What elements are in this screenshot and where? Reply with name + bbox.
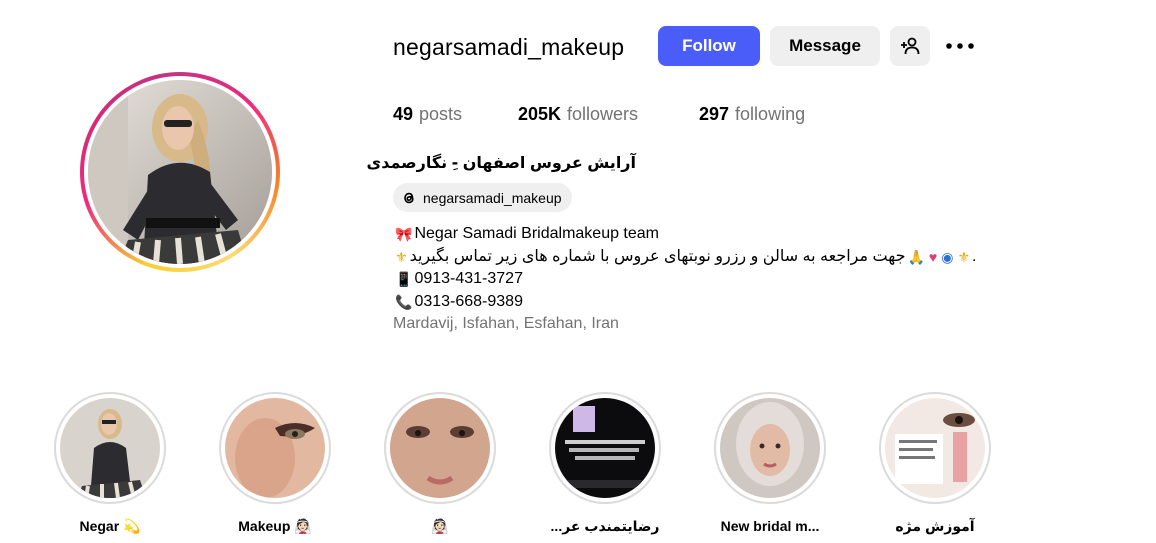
posts-stat: 49 posts: [393, 104, 462, 125]
heart-icon: ♥: [928, 248, 938, 265]
mobile-phone-icon: 📱: [395, 271, 413, 287]
threads-link[interactable]: negarsamadi_makeup: [393, 183, 572, 212]
highlight-label: رضایتمندب عر...: [550, 518, 660, 534]
profile-page: negarsamadi_makeup Follow Message 49 pos…: [0, 0, 1156, 543]
posts-count: 49: [393, 104, 414, 124]
followers-stat[interactable]: 205K followers: [518, 104, 638, 125]
highlight-cover: [720, 398, 820, 498]
story-highlight[interactable]: Negar 💫: [54, 392, 166, 535]
phone-number-1: 0913-431-3727: [414, 270, 523, 287]
praying-hands-icon: 🙏: [907, 248, 925, 265]
following-count: 297: [699, 104, 730, 124]
telephone-icon: 📞: [395, 293, 413, 310]
threads-icon: [404, 192, 414, 203]
profile-bio: 🎀 Negar Samadi Bridalmakeup team ⚜ جهت م…: [393, 223, 976, 336]
phone-number-2: 0313-668-9389: [414, 292, 523, 310]
bio-location[interactable]: Mardavij, Isfahan, Esfahan, Iran: [393, 313, 976, 336]
fleur-de-lis-icon: ⚜: [395, 248, 408, 265]
story-highlight[interactable]: Makeup 👰🏻: [219, 392, 331, 535]
evil-eye-icon: ◉: [941, 248, 954, 265]
following-stat[interactable]: 297 following: [699, 104, 805, 125]
bio-line-team: 🎀 Negar Samadi Bridalmakeup team: [393, 223, 976, 246]
highlight-cover: [390, 398, 490, 498]
following-label: following: [735, 104, 806, 124]
story-highlight[interactable]: 👰🏻: [384, 392, 496, 535]
story-highlight[interactable]: آموزش مژه: [879, 392, 991, 535]
story-highlight[interactable]: رضایتمندب عر...: [549, 392, 661, 535]
posts-label: posts: [419, 104, 463, 124]
highlight-label: 👰🏻: [431, 518, 449, 534]
bio-line-booking: ⚜ جهت مراجعه به سالن و رزرو نوبتهای عروس…: [393, 246, 976, 269]
more-options-button[interactable]: [940, 26, 980, 66]
bio-booking-text: جهت مراجعه به سالن و رزرو نوبتهای عروس ب…: [409, 247, 906, 265]
bio-line-phone2: 📞 0313-668-9389: [393, 291, 976, 314]
highlight-cover: [885, 398, 985, 498]
highlight-label: Makeup 👰🏻: [238, 518, 312, 534]
highlight-label: آموزش مژه: [895, 518, 975, 534]
ribbon-icon: 🎀: [395, 226, 413, 242]
bio-team-text: Negar Samadi Bridalmakeup team: [414, 225, 659, 242]
highlight-cover: [555, 398, 655, 498]
bio-line-phone1: 📱 0913-431-3727: [393, 268, 976, 291]
profile-full-name: آرایش عروس اصفهان -ِ نگارصمدی: [366, 155, 636, 172]
suggested-accounts-button[interactable]: [890, 26, 930, 66]
highlight-cover: [60, 398, 160, 498]
threads-handle: negarsamadi_makeup: [423, 189, 562, 206]
fleur-de-lis-icon: ⚜: [957, 248, 971, 265]
person-add-icon: [901, 37, 920, 55]
highlight-cover: [225, 398, 325, 498]
followers-count: 205K: [518, 104, 562, 124]
profile-avatar[interactable]: [80, 72, 280, 272]
bio-booking-suffix: .: [972, 247, 977, 265]
highlight-label: New bridal m...: [720, 518, 820, 534]
message-button[interactable]: Message: [770, 26, 880, 66]
highlight-label: Negar 💫: [79, 518, 141, 534]
followers-label: followers: [567, 104, 639, 124]
profile-username: negarsamadi_makeup: [393, 34, 625, 60]
ellipsis-icon: [946, 43, 974, 49]
avatar-photo: [88, 80, 272, 264]
follow-button[interactable]: Follow: [658, 26, 760, 66]
story-highlight[interactable]: New bridal m...: [714, 392, 826, 534]
